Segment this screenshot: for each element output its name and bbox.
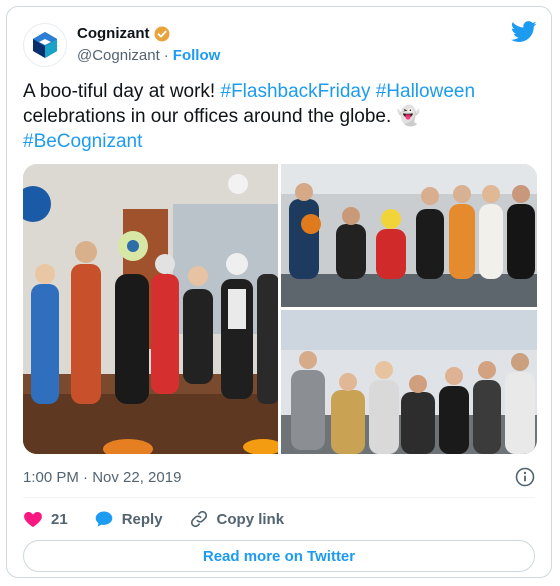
tweet-actions: 21 Reply Copy link xyxy=(23,504,310,534)
author-handle-row: @Cognizant · Follow xyxy=(77,47,220,64)
cognizant-logo-icon xyxy=(33,32,57,58)
author-name[interactable]: Cognizant xyxy=(77,25,170,42)
copy-link-button[interactable]: Copy link xyxy=(189,509,285,529)
copy-link-label: Copy link xyxy=(216,510,285,528)
author-name-text[interactable]: Cognizant xyxy=(77,25,150,42)
separator-dot: · xyxy=(163,47,169,64)
tweet-text-line1: A boo-tiful day at work! xyxy=(23,81,221,102)
author-handle[interactable]: @Cognizant xyxy=(77,47,160,64)
photo-team-group-bottom-illustration xyxy=(281,310,537,454)
tweet-card: Cognizant @Cognizant · Follow A boo-tiful … xyxy=(6,6,552,578)
follow-button[interactable]: Follow xyxy=(173,47,221,64)
twitter-bird-icon[interactable] xyxy=(511,21,537,43)
tweet-timestamp[interactable]: 1:00 PM · Nov 22, 2019 xyxy=(23,469,181,486)
ghost-emoji: 👻 xyxy=(396,106,421,127)
photo-team-group-bottom[interactable] xyxy=(281,310,537,454)
reply-button[interactable]: Reply xyxy=(94,509,163,529)
divider xyxy=(23,497,535,498)
tweet-text: A boo-tiful day at work! #FlashbackFrida… xyxy=(23,79,533,154)
photo-office-costumes[interactable] xyxy=(23,164,278,454)
hashtag-flashbackfriday[interactable]: #FlashbackFriday xyxy=(221,81,371,102)
hashtag-becognizant[interactable]: #BeCognizant xyxy=(23,131,142,152)
photo-office-costumes-illustration xyxy=(23,164,278,454)
reply-label: Reply xyxy=(121,510,163,528)
read-more-button[interactable]: Read more on Twitter xyxy=(23,540,535,572)
link-icon xyxy=(190,510,207,528)
author-avatar[interactable] xyxy=(23,23,67,67)
info-icon[interactable] xyxy=(515,467,535,487)
like-count: 21 xyxy=(51,510,68,528)
photo-team-group-top-illustration xyxy=(281,164,537,307)
photo-team-group-top[interactable] xyxy=(281,164,537,307)
heart-icon xyxy=(24,511,42,527)
media-grid xyxy=(23,164,537,454)
like-button[interactable]: 21 xyxy=(23,509,68,529)
tweet-text-line2: celebrations in our offices around the g… xyxy=(23,106,397,127)
hashtag-halloween[interactable]: #Halloween xyxy=(376,81,475,102)
verified-badge-icon xyxy=(154,26,169,41)
reply-bubble-icon xyxy=(95,511,113,527)
